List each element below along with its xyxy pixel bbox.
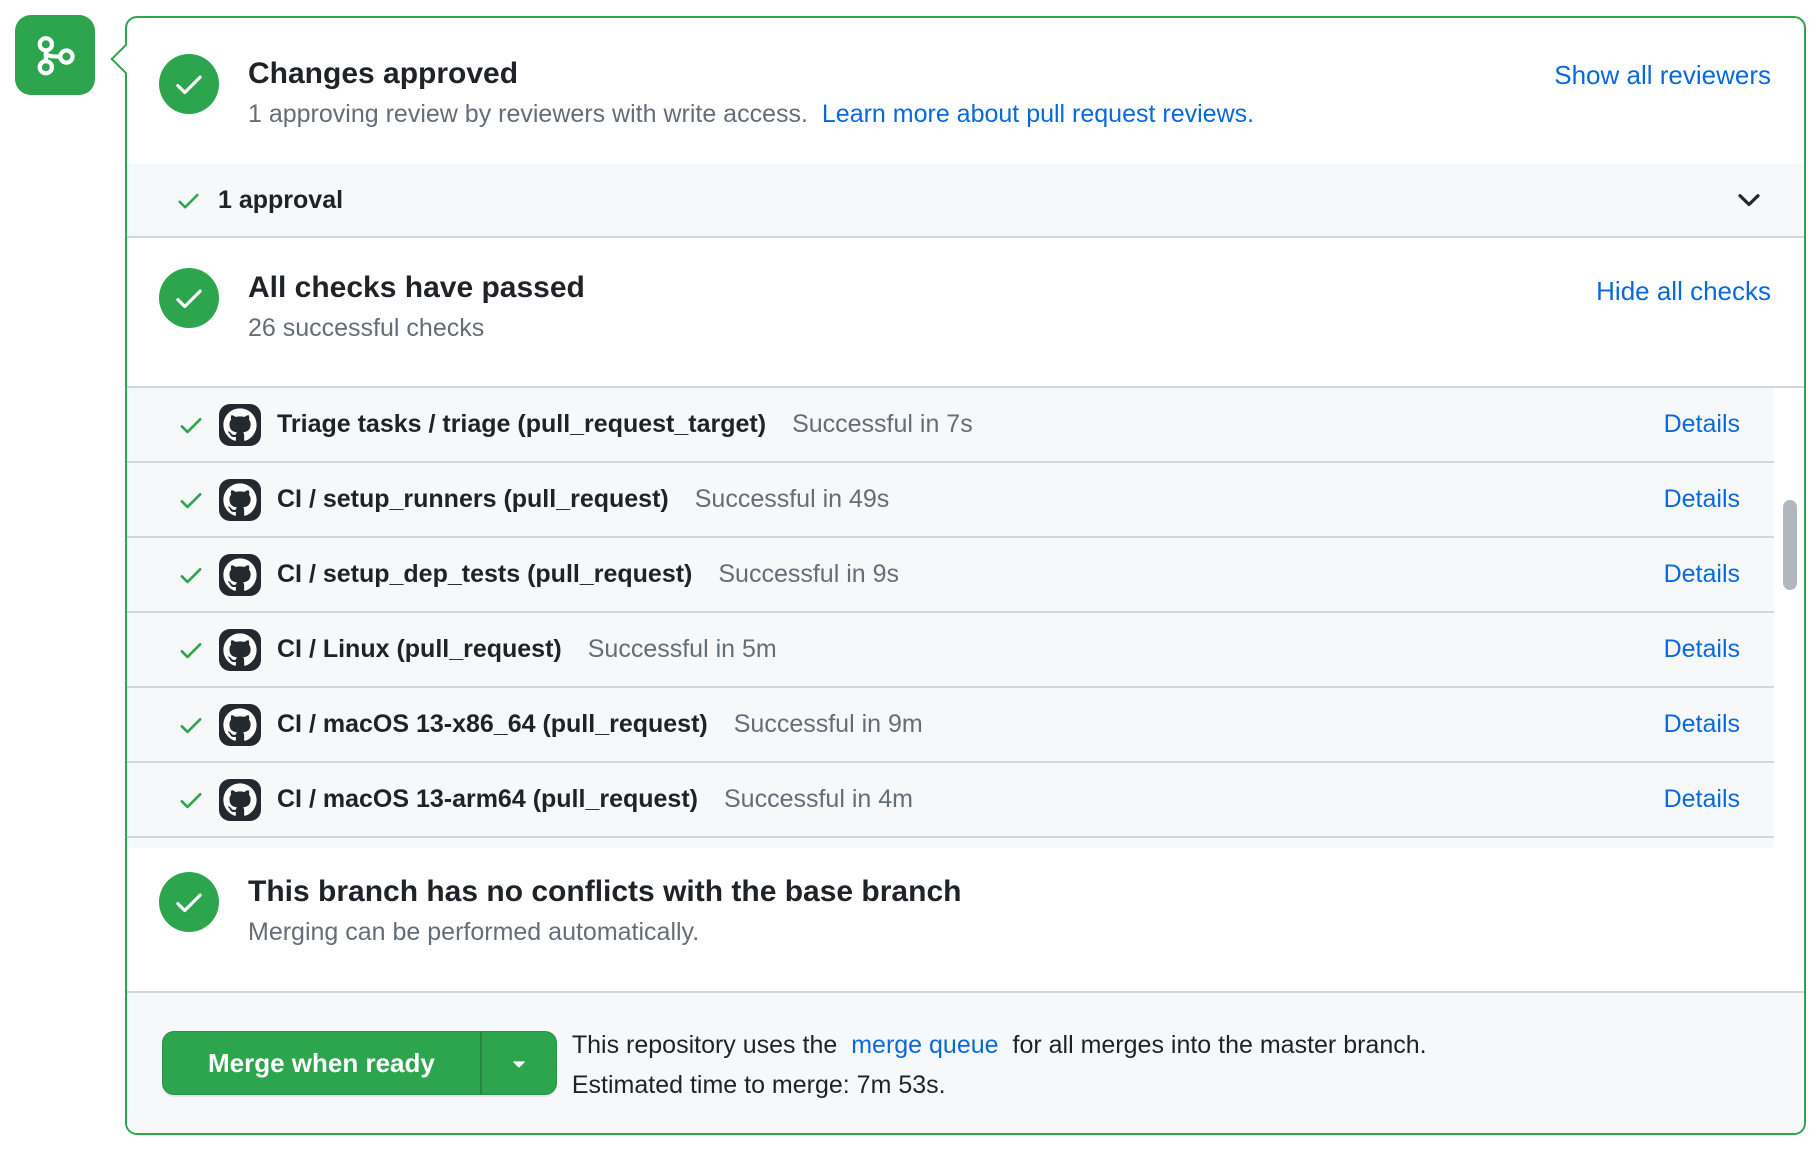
check-icon [177, 636, 205, 664]
conflicts-section: This branch has no conflicts with the ba… [127, 848, 1804, 991]
check-status: Successful in 49s [695, 485, 890, 514]
merge-queue-link[interactable]: merge queue [851, 1031, 998, 1059]
check-icon [175, 187, 202, 214]
details-link[interactable]: Details [1664, 785, 1740, 814]
check-row-partial [127, 838, 1774, 848]
check-circle-icon [159, 54, 219, 114]
check-status: Successful in 7s [792, 410, 973, 439]
review-subtitle: 1 approving review by reviewers with wri… [248, 95, 1254, 133]
check-row: CI / macOS 13-x86_64 (pull_request) Succ… [127, 688, 1774, 763]
check-row: CI / setup_runners (pull_request) Succes… [127, 463, 1774, 538]
check-name: CI / macOS 13-arm64 (pull_request) [277, 785, 698, 814]
hide-all-checks-link[interactable]: Hide all checks [1596, 268, 1771, 307]
merge-options-dropdown[interactable] [480, 1032, 556, 1094]
details-link[interactable]: Details [1664, 410, 1740, 439]
check-name: CI / macOS 13-x86_64 (pull_request) [277, 710, 708, 739]
triangle-down-icon [506, 1050, 532, 1076]
merge-timeline-badge [15, 15, 95, 95]
review-header-text: Changes approved 1 approving review by r… [248, 54, 1254, 133]
github-actions-icon [219, 704, 261, 746]
check-row: CI / setup_dep_tests (pull_request) Succ… [127, 538, 1774, 613]
checks-list: Triage tasks / triage (pull_request_targ… [127, 388, 1804, 848]
review-section: Changes approved 1 approving review by r… [127, 18, 1804, 164]
check-name: Triage tasks / triage (pull_request_targ… [277, 410, 766, 439]
checks-section: All checks have passed 26 successful che… [127, 238, 1804, 388]
conflicts-title: This branch has no conflicts with the ba… [248, 872, 961, 912]
git-branch-icon [26, 26, 84, 84]
github-actions-icon [219, 779, 261, 821]
queue-text-before: This repository uses the [572, 1031, 837, 1059]
check-row: CI / macOS 13-arm64 (pull_request) Succe… [127, 763, 1774, 838]
github-actions-icon [219, 404, 261, 446]
check-status: Successful in 5m [588, 635, 777, 664]
review-title: Changes approved [248, 54, 1254, 94]
checks-subtitle: 26 successful checks [248, 309, 585, 347]
merge-button-label[interactable]: Merge when ready [163, 1032, 480, 1094]
show-all-reviewers-link[interactable]: Show all reviewers [1554, 54, 1771, 91]
github-actions-icon [219, 479, 261, 521]
details-link[interactable]: Details [1664, 635, 1740, 664]
check-row: Triage tasks / triage (pull_request_targ… [127, 388, 1774, 463]
details-link[interactable]: Details [1664, 485, 1740, 514]
check-icon [177, 711, 205, 739]
checks-scrollbar[interactable] [1783, 500, 1797, 590]
learn-more-link[interactable]: Learn more about pull request reviews. [822, 100, 1254, 128]
checks-header-text: All checks have passed 26 successful che… [248, 268, 585, 347]
merge-queue-text: This repository uses the merge queue for… [572, 1025, 1427, 1105]
review-subtitle-text: 1 approving review by reviewers with wri… [248, 100, 808, 128]
check-name: CI / setup_dep_tests (pull_request) [277, 560, 692, 589]
details-link[interactable]: Details [1664, 710, 1740, 739]
merge-bar: Merge when ready This repository uses th… [127, 991, 1804, 1133]
check-icon [177, 561, 205, 589]
chevron-down-icon[interactable] [1734, 185, 1764, 215]
approval-summary-label: 1 approval [218, 186, 343, 215]
queue-text-after: for all merges into the master branch. [1013, 1031, 1427, 1059]
details-link[interactable]: Details [1664, 560, 1740, 589]
conflicts-header-text: This branch has no conflicts with the ba… [248, 872, 961, 951]
check-name: CI / setup_runners (pull_request) [277, 485, 669, 514]
check-status: Successful in 4m [724, 785, 913, 814]
check-icon [177, 411, 205, 439]
check-circle-icon [159, 268, 219, 328]
checks-title: All checks have passed [248, 268, 585, 308]
check-status: Successful in 9s [718, 560, 899, 589]
merge-estimate: Estimated time to merge: 7m 53s. [572, 1065, 1427, 1105]
github-actions-icon [219, 554, 261, 596]
merge-when-ready-button[interactable]: Merge when ready [162, 1031, 557, 1095]
check-name: CI / Linux (pull_request) [277, 635, 562, 664]
check-circle-icon [159, 872, 219, 932]
github-actions-icon [219, 629, 261, 671]
check-row: CI / Linux (pull_request) Successful in … [127, 613, 1774, 688]
check-icon [177, 786, 205, 814]
merge-box: Changes approved 1 approving review by r… [125, 16, 1806, 1135]
check-status: Successful in 9m [734, 710, 923, 739]
approval-summary-row[interactable]: 1 approval [127, 164, 1804, 238]
check-icon [177, 486, 205, 514]
conflicts-subtitle: Merging can be performed automatically. [248, 913, 961, 951]
